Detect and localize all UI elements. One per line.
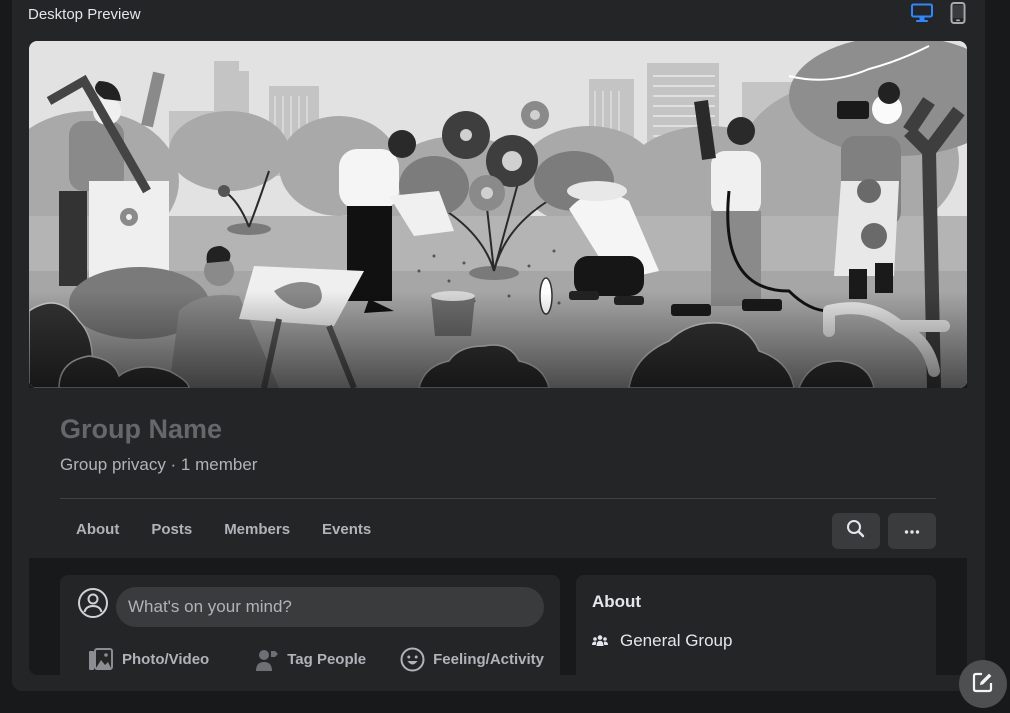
mobile-icon (950, 1, 966, 29)
about-item-group-type: General Group (592, 631, 732, 651)
cover-illustration (29, 41, 967, 388)
photo-video-icon (88, 647, 114, 672)
feeling-icon (400, 647, 425, 672)
group-privacy-members: Group privacy · 1 member (60, 455, 258, 474)
tag-people-label: Tag People (287, 651, 367, 668)
group-page-preview: Group Name Group privacy · 1 member Abou… (29, 41, 967, 675)
tag-people-button[interactable]: Tag People (255, 648, 366, 672)
cover-photo (29, 41, 967, 388)
search-button[interactable] (832, 513, 880, 549)
group-tabs: About Posts Members Events (60, 499, 387, 558)
group-header: Group Name Group privacy · 1 member Abou… (29, 388, 967, 558)
composer-actions: Photo/Video Tag People Feeling/Activity (88, 647, 544, 672)
photo-video-label: Photo/Video (122, 651, 210, 668)
avatar[interactable] (73, 585, 113, 625)
about-title: About (592, 592, 642, 611)
group-name: Group Name (60, 414, 223, 444)
edit-button[interactable] (959, 660, 1007, 708)
more-horizontal-icon (904, 522, 920, 540)
desktop-preview-toggle[interactable] (909, 3, 935, 28)
about-card: About General Group (576, 575, 936, 675)
feeling-activity-label: Feeling/Activity (433, 651, 544, 668)
edit-icon (972, 671, 994, 698)
tab-events[interactable]: Events (306, 499, 387, 558)
desktop-icon (910, 3, 934, 28)
about-item-label: General Group (620, 631, 733, 650)
tag-people-icon (255, 648, 279, 672)
group-icon (592, 635, 610, 647)
mobile-preview-toggle[interactable] (948, 1, 968, 29)
photo-video-button[interactable]: Photo/Video (88, 647, 210, 672)
user-circle-icon (77, 587, 109, 624)
preview-title: Desktop Preview (28, 6, 141, 23)
more-options-button[interactable] (888, 513, 936, 549)
tab-posts[interactable]: Posts (135, 499, 208, 558)
tab-about[interactable]: About (60, 499, 135, 558)
post-composer: What's on your mind? Photo/Video Tag Peo… (60, 575, 560, 675)
whats-on-your-mind-input[interactable]: What's on your mind? (116, 587, 544, 627)
search-icon (846, 519, 866, 544)
feeling-activity-button[interactable]: Feeling/Activity (400, 647, 544, 672)
tab-members[interactable]: Members (208, 499, 306, 558)
